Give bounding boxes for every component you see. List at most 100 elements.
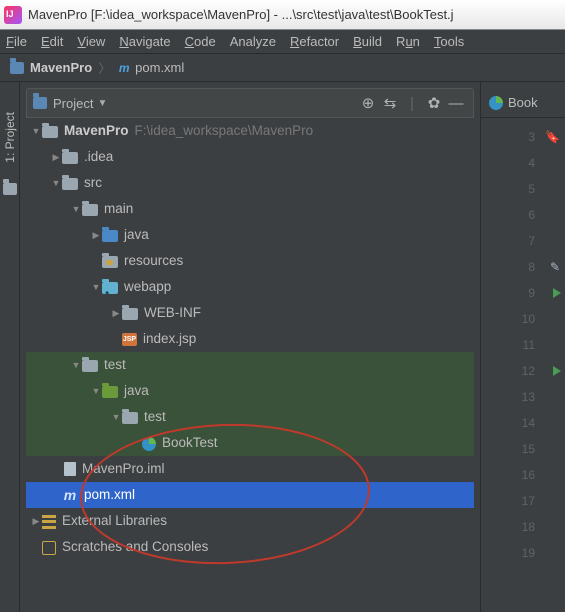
expand-icon[interactable] — [30, 118, 42, 144]
editor-gutter: 3🔖 4 5 6 7 8✎ 9 10 11 12 13 14 15 16 17 … — [481, 118, 565, 566]
tree-booktest[interactable]: BookTest — [26, 430, 474, 456]
project-tree[interactable]: MavenPro F:\idea_workspace\MavenPro .ide… — [26, 118, 474, 560]
label: main — [104, 196, 133, 222]
window-title: MavenPro [F:\idea_workspace\MavenPro] - … — [28, 7, 454, 22]
maven-file-icon — [62, 487, 78, 503]
folder-icon — [62, 152, 78, 164]
label: test — [104, 352, 126, 378]
test-source-folder-icon — [102, 386, 118, 398]
expand-icon[interactable] — [90, 222, 102, 248]
dropdown-icon[interactable]: ▼ — [97, 98, 107, 109]
library-icon — [42, 515, 56, 529]
main-menubar[interactable]: File Edit View Navigate Code Analyze Ref… — [0, 30, 565, 54]
label: Scratches and Consoles — [62, 534, 208, 560]
folder-icon — [122, 308, 138, 320]
edit-icon: ✎ — [550, 260, 560, 274]
expand-icon[interactable] — [90, 378, 102, 404]
label: pom.xml — [84, 482, 135, 508]
menu-file[interactable]: File — [6, 34, 27, 49]
label: resources — [124, 248, 183, 274]
tree-test[interactable]: test — [26, 352, 474, 378]
menu-run[interactable]: Run — [396, 34, 420, 49]
tree-idea[interactable]: .idea — [26, 144, 474, 170]
breadcrumb-sep-icon: 〉 — [98, 58, 111, 77]
label: index.jsp — [143, 326, 196, 352]
module-folder-icon — [42, 126, 58, 138]
line-3[interactable]: 3🔖 — [481, 124, 565, 150]
breadcrumb-root[interactable]: MavenPro — [30, 60, 92, 75]
expand-icon[interactable] — [90, 274, 102, 300]
tree-resources[interactable]: resources — [26, 248, 474, 274]
line-13[interactable]: 13 — [481, 384, 565, 410]
breadcrumb-file[interactable]: pom.xml — [135, 60, 184, 75]
menu-refactor[interactable]: Refactor — [290, 34, 339, 49]
sidetab-project[interactable]: 1: Project — [3, 112, 17, 163]
menu-build[interactable]: Build — [353, 34, 382, 49]
tree-main[interactable]: main — [26, 196, 474, 222]
expand-icon[interactable] — [110, 404, 122, 430]
line-8[interactable]: 8✎ — [481, 254, 565, 280]
tree-scratches[interactable]: Scratches and Consoles — [26, 534, 474, 560]
expand-icon[interactable] — [110, 300, 122, 326]
line-19[interactable]: 19 — [481, 540, 565, 566]
collapse-icon[interactable]: ⇆ — [379, 94, 401, 112]
tree-main-java[interactable]: java — [26, 222, 474, 248]
tree-src[interactable]: src — [26, 170, 474, 196]
tree-external-libs[interactable]: External Libraries — [26, 508, 474, 534]
line-16[interactable]: 16 — [481, 462, 565, 488]
resources-folder-icon — [102, 256, 118, 268]
tree-test-java[interactable]: java — [26, 378, 474, 404]
label: External Libraries — [62, 508, 167, 534]
tree-indexjsp[interactable]: index.jsp — [26, 326, 474, 352]
label: java — [124, 378, 149, 404]
hide-icon[interactable]: — — [445, 95, 467, 112]
project-pane-header: Project ▼ ⊕ ⇆ | ✿ — — [26, 88, 474, 118]
expand-icon[interactable] — [50, 144, 62, 170]
label: java — [124, 222, 149, 248]
tree-test-pkg[interactable]: test — [26, 404, 474, 430]
line-14[interactable]: 14 — [481, 410, 565, 436]
folder-icon — [33, 97, 47, 109]
line-18[interactable]: 18 — [481, 514, 565, 540]
line-7[interactable]: 7 — [481, 228, 565, 254]
file-icon — [64, 462, 76, 476]
root-path: F:\idea_workspace\MavenPro — [135, 118, 314, 144]
sidetab-files-icon[interactable] — [3, 183, 17, 195]
menu-edit[interactable]: Edit — [41, 34, 63, 49]
window-titlebar: MavenPro [F:\idea_workspace\MavenPro] - … — [0, 0, 565, 30]
expand-icon[interactable] — [30, 508, 42, 534]
expand-icon[interactable] — [70, 352, 82, 378]
editor-tab-booktest[interactable]: Book — [481, 88, 565, 118]
locate-icon[interactable]: ⊕ — [357, 94, 379, 112]
menu-navigate[interactable]: Navigate — [119, 34, 170, 49]
tree-webinf[interactable]: WEB-INF — [26, 300, 474, 326]
project-tool-pane: Project ▼ ⊕ ⇆ | ✿ — MavenPro F:\idea_wor… — [20, 82, 480, 612]
line-12[interactable]: 12 — [481, 358, 565, 384]
menu-code[interactable]: Code — [185, 34, 216, 49]
menu-analyze[interactable]: Analyze — [230, 34, 276, 49]
pane-title[interactable]: Project — [53, 96, 93, 111]
tree-iml[interactable]: MavenPro.iml — [26, 456, 474, 482]
line-9[interactable]: 9 — [481, 280, 565, 306]
expand-icon[interactable] — [70, 196, 82, 222]
line-5[interactable]: 5 — [481, 176, 565, 202]
tree-pom[interactable]: pom.xml — [26, 482, 474, 508]
line-6[interactable]: 6 — [481, 202, 565, 228]
line-15[interactable]: 15 — [481, 436, 565, 462]
expand-icon[interactable] — [50, 170, 62, 196]
gear-icon[interactable]: ✿ — [423, 94, 445, 112]
line-17[interactable]: 17 — [481, 488, 565, 514]
test-class-icon — [489, 96, 503, 110]
tree-webapp[interactable]: webapp — [26, 274, 474, 300]
editor-area: Book 3🔖 4 5 6 7 8✎ 9 10 11 12 13 14 15 1… — [480, 82, 565, 612]
breadcrumb-bar: MavenPro 〉 m pom.xml — [0, 54, 565, 82]
line-4[interactable]: 4 — [481, 150, 565, 176]
menu-tools[interactable]: Tools — [434, 34, 464, 49]
menu-view[interactable]: View — [77, 34, 105, 49]
folder-icon — [62, 178, 78, 190]
line-10[interactable]: 10 — [481, 306, 565, 332]
label: test — [144, 404, 166, 430]
tree-root[interactable]: MavenPro F:\idea_workspace\MavenPro — [26, 118, 474, 144]
divider: | — [401, 95, 423, 112]
line-11[interactable]: 11 — [481, 332, 565, 358]
